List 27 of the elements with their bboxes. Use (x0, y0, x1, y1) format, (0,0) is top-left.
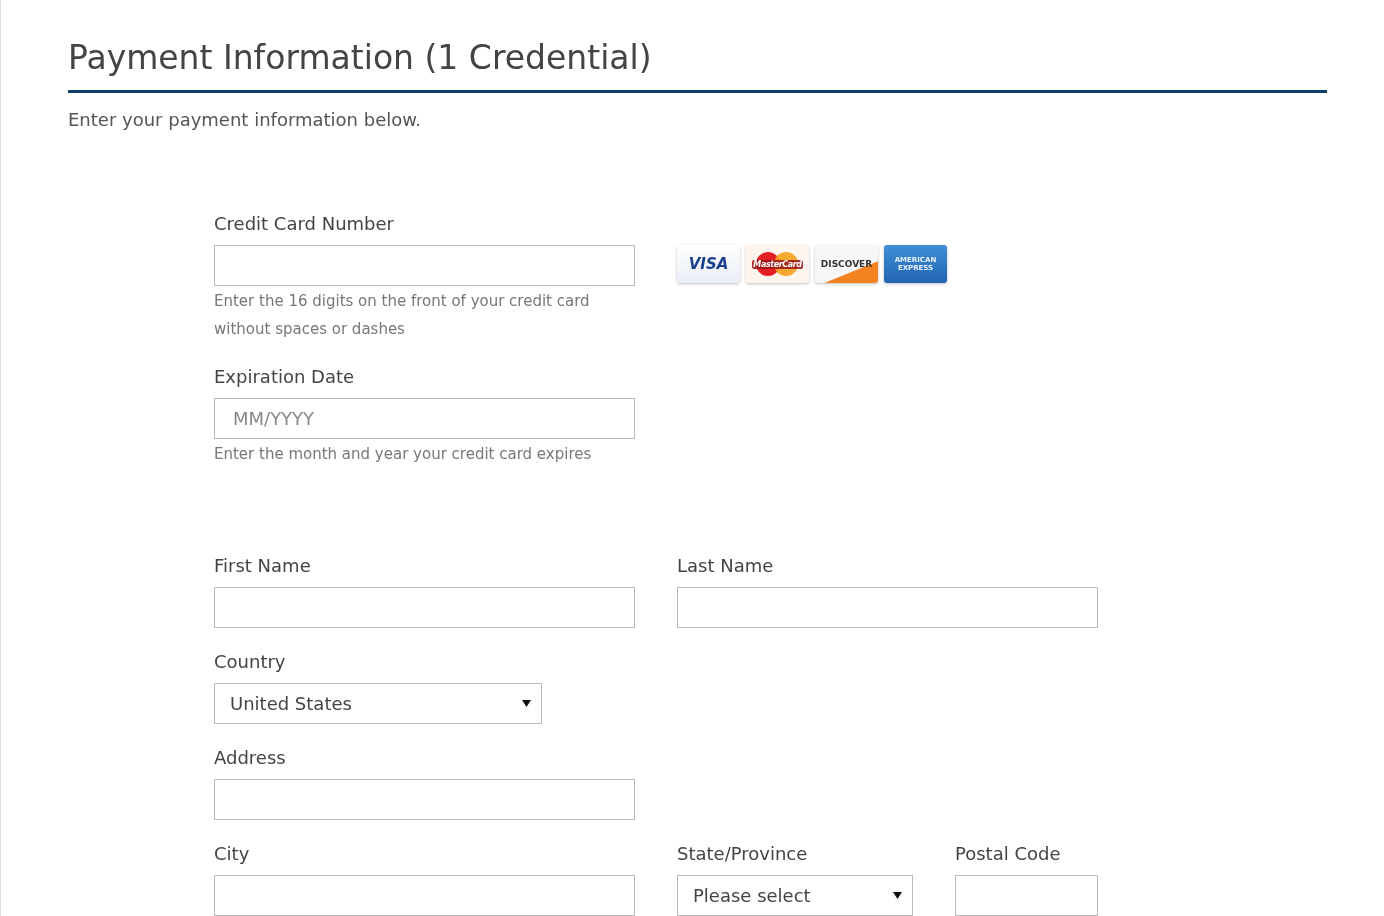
field-label: Credit Card Number (214, 212, 395, 236)
discover-logo: DISCOVER (815, 245, 878, 283)
field-label: Postal Code (955, 842, 1062, 866)
field-label: Country (214, 650, 287, 674)
dropdown[interactable]: Please select (677, 875, 913, 916)
field-label: First Name (214, 554, 312, 578)
text-field[interactable]: MM/YYYY (214, 398, 635, 439)
field-label: Expiration Date (214, 365, 356, 389)
text-field[interactable] (677, 587, 1098, 628)
caret-icon (893, 892, 902, 899)
page-instructions: Enter your payment information below. (68, 108, 423, 132)
caret-icon (522, 700, 531, 707)
field-label: City (214, 842, 251, 866)
text-field[interactable] (214, 587, 635, 628)
field-label: State/Province (677, 842, 809, 866)
field-label: Address (214, 746, 287, 770)
help-text: Enter the 16 digits on the front of your credit card without spaces or dashes (214, 291, 591, 340)
page-title: Payment Information (1 Credential) (68, 38, 1327, 93)
visa-logo: VISA (677, 245, 740, 283)
text-field[interactable] (214, 245, 635, 286)
dropdown[interactable]: United States (214, 683, 542, 724)
mastercard-logo: MasterCard (746, 245, 809, 283)
text-field[interactable] (955, 875, 1098, 916)
field-label: Last Name (677, 554, 775, 578)
help-text: Enter the month and year your credit card expires (214, 444, 593, 465)
text-field[interactable] (214, 875, 635, 916)
text-field[interactable] (214, 779, 635, 820)
